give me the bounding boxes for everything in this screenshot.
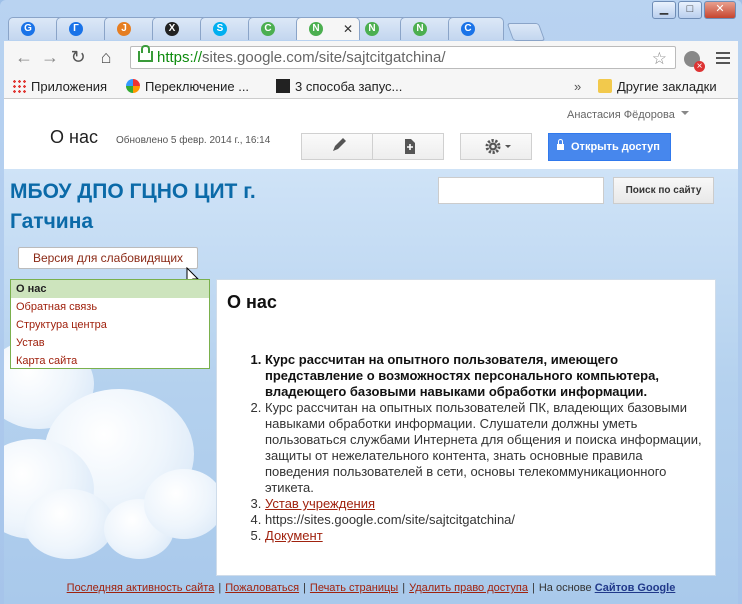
back-icon[interactable]: ← [12,47,36,68]
bookmark-1[interactable]: Переключение ... [126,79,249,94]
extension-icon[interactable] [684,51,705,72]
close-tab-icon[interactable]: ✕ [343,22,353,36]
document-link[interactable]: Документ [265,528,323,543]
edit-page-button[interactable] [301,133,373,160]
tab-strip: G Г J Х S С N ✕ N N С [8,17,546,41]
site-search-button[interactable]: Поиск по сайту [613,177,714,204]
content-list: Курс рассчитан на опытного пользователя,… [227,352,705,544]
lock-icon [138,45,153,62]
sidebar-nav-item[interactable]: Карта сайта [11,352,209,370]
new-tab-button[interactable] [506,23,546,41]
browser-toolbar: ← → ↻ ⌂ https://sites.google.com/site/sa… [4,41,738,77]
web-page: Анастасия Фёдорова О нас Обновлено 5 фев… [4,99,738,604]
sidebar-navigation: О нас Обратная связь Структура центра Устав… [10,279,210,369]
browser-tab[interactable]: N ✕ [296,17,360,40]
recent-activity-link[interactable]: Последняя активность сайта [67,582,215,594]
site-search-input[interactable] [438,177,604,204]
home-icon[interactable]: ⌂ [94,47,118,68]
content-heading: О нас [227,292,277,312]
joomla-icon [126,79,140,93]
joomla-icon: J [117,22,131,36]
apps-grid-icon [12,79,26,93]
google-sites-link[interactable]: Сайтов Google [595,582,676,594]
sidebar-nav-item[interactable]: О нас [11,280,209,298]
chrome-icon: G [21,22,35,36]
minimize-button[interactable]: ▁ [652,1,676,19]
cloud-decoration [144,469,224,539]
charter-link[interactable]: Устав учреждения [265,496,375,511]
list-item: Документ [265,528,705,544]
list-item: Курс рассчитан на опытных пользователей … [265,400,705,496]
list-item: Курс рассчитан на опытного пользователя,… [265,352,705,400]
last-updated: Обновлено 5 февр. 2014 г., 16:14 [116,135,271,146]
settings-button[interactable] [460,133,532,160]
other-bookmarks[interactable]: Другие закладки [598,79,717,94]
list-item: https://sites.google.com/site/sajtcitgat… [265,512,705,528]
bookmark-2[interactable]: 3 способа запус... [276,79,402,94]
sidebar-nav-item[interactable]: Устав [11,334,209,352]
page-title: О нас [50,127,98,147]
powered-by-label: На основе [538,582,592,594]
chrome-icon: Г [69,22,83,36]
site-title[interactable]: МБОУ ДПО ГЦНО ЦИТ г. Гатчина [10,177,320,237]
remove-access-link[interactable]: Удалить право доступа [409,582,528,594]
forward-icon[interactable]: → [38,47,62,68]
address-bar[interactable]: https://sites.google.com/site/sajtcitgat… [130,45,676,69]
browser-window: ▁ □ ✕ G Г J Х S С N ✕ N N С ← → ↻ ⌂ https://sites.… [0,0,742,604]
list-item: Устав учреждения [265,496,705,512]
sidebar-nav-item[interactable]: Структура центра [11,316,209,334]
lock-icon [557,139,564,150]
print-page-link[interactable]: Печать страницы [310,582,398,594]
sites-edit-bar: Анастасия Фёдорова О нас Обновлено 5 фев… [4,99,738,169]
window-controls: ▁ □ ✕ [652,1,736,19]
bookmark-apps[interactable]: Приложения [12,79,107,94]
close-window-button[interactable]: ✕ [704,1,736,19]
reload-icon[interactable]: ↻ [66,47,90,68]
main-content: О нас Курс рассчитан на опытного пользов… [216,279,716,576]
chrome-menu-icon[interactable] [716,49,730,67]
bookmarks-bar: Приложения Переключение ... 3 способа за… [4,76,738,99]
sites-icon: N [309,22,323,36]
pencil-icon [333,138,346,151]
sites-icon: С [261,22,275,36]
chrome-icon: С [461,22,475,36]
report-abuse-link[interactable]: Пожаловаться [225,582,299,594]
user-menu[interactable]: Анастасия Фёдорова [567,109,689,121]
bookmark-favicon-icon [276,79,290,93]
site-footer: Последняя активность сайта | Пожаловаться |… [66,582,676,594]
sidebar-nav-item[interactable]: Обратная связь [11,298,209,316]
folder-icon [598,79,612,93]
skype-icon: S [213,22,227,36]
new-page-button[interactable] [372,133,444,160]
cloud-decoration [24,489,114,559]
new-page-icon [405,139,415,154]
more-bookmarks-button[interactable]: » [574,79,581,94]
share-button[interactable]: Открыть доступ [548,133,671,161]
browser-tab[interactable]: С [448,17,504,40]
maximize-button[interactable]: □ [678,1,702,19]
accessibility-version-button[interactable]: Версия для слабовидящих [18,247,198,269]
bookmark-star-icon[interactable]: ☆ [652,48,667,69]
x-icon: Х [165,22,179,36]
gear-icon [485,139,511,154]
sites-icon: N [413,22,427,36]
sites-icon: N [365,22,379,36]
